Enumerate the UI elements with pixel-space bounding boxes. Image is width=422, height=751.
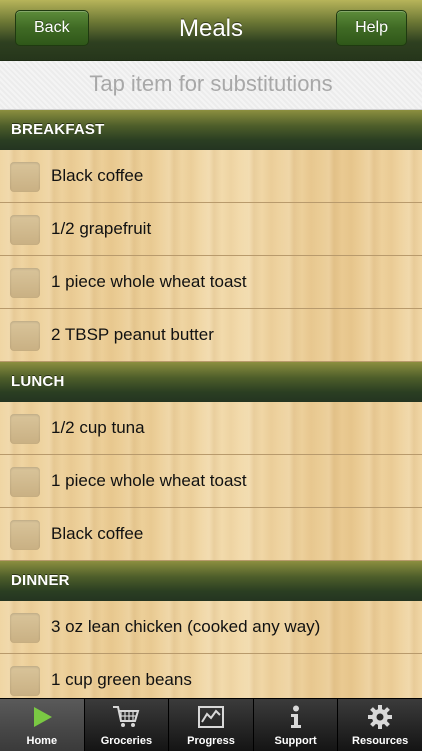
meal-item-label: Black coffee <box>51 166 144 185</box>
tab-support[interactable]: Support <box>254 699 339 751</box>
meal-item[interactable]: 1 piece whole wheat toast <box>0 256 422 309</box>
meal-item-label: 1/2 cup tuna <box>51 418 145 437</box>
meal-item-label: 1 cup green beans <box>51 670 192 689</box>
meal-list[interactable]: BREAKFAST Black coffee 1/2 grapefruit 1 … <box>0 110 422 698</box>
section-header-breakfast: BREAKFAST <box>0 110 422 150</box>
meal-item[interactable]: 2 TBSP peanut butter <box>0 309 422 362</box>
meal-item[interactable]: 1/2 grapefruit <box>0 203 422 256</box>
meal-item-label: 2 TBSP peanut butter <box>51 325 214 344</box>
tab-label: Home <box>26 735 58 747</box>
substitution-hint: Tap item for substitutions <box>0 61 422 110</box>
meal-item[interactable]: 1 cup green beans <box>0 654 422 698</box>
info-icon <box>254 704 338 730</box>
tab-label: Support <box>274 735 317 747</box>
chart-icon <box>169 704 253 730</box>
meal-item[interactable]: Black coffee <box>0 150 422 203</box>
item-checkbox[interactable] <box>10 666 40 696</box>
tab-label: Resources <box>352 735 409 747</box>
help-button[interactable]: Help <box>336 10 407 46</box>
meal-item[interactable]: 1/2 cup tuna <box>0 402 422 455</box>
item-checkbox[interactable] <box>10 268 40 298</box>
gear-icon <box>338 704 422 730</box>
tab-bar: Home Groceries Progress Support Resource… <box>0 698 422 751</box>
cart-icon <box>85 704 169 730</box>
section-header-dinner: DINNER <box>0 561 422 601</box>
meal-item-label: 3 oz lean chicken (cooked any way) <box>51 617 321 636</box>
tab-home[interactable]: Home <box>0 699 85 751</box>
meal-item[interactable]: Black coffee <box>0 508 422 561</box>
item-checkbox[interactable] <box>10 467 40 497</box>
play-icon <box>0 704 84 730</box>
item-checkbox[interactable] <box>10 414 40 444</box>
tab-resources[interactable]: Resources <box>338 699 422 751</box>
meal-item-label: 1 piece whole wheat toast <box>51 272 247 291</box>
meal-item-label: 1 piece whole wheat toast <box>51 471 247 490</box>
item-checkbox[interactable] <box>10 321 40 351</box>
meal-item[interactable]: 1 piece whole wheat toast <box>0 455 422 508</box>
tab-label: Progress <box>187 735 235 747</box>
tab-label: Groceries <box>100 735 153 747</box>
item-checkbox[interactable] <box>10 215 40 245</box>
meal-item[interactable]: 3 oz lean chicken (cooked any way) <box>0 601 422 654</box>
meal-item-label: 1/2 grapefruit <box>51 219 152 238</box>
item-checkbox[interactable] <box>10 520 40 550</box>
tab-progress[interactable]: Progress <box>169 699 254 751</box>
back-button[interactable]: Back <box>15 10 89 46</box>
tab-groceries[interactable]: Groceries <box>85 699 170 751</box>
meal-item-label: Black coffee <box>51 524 144 543</box>
item-checkbox[interactable] <box>10 613 40 643</box>
section-header-lunch: LUNCH <box>0 362 422 402</box>
nav-bar: Meals Back Help <box>0 0 422 61</box>
item-checkbox[interactable] <box>10 162 40 192</box>
